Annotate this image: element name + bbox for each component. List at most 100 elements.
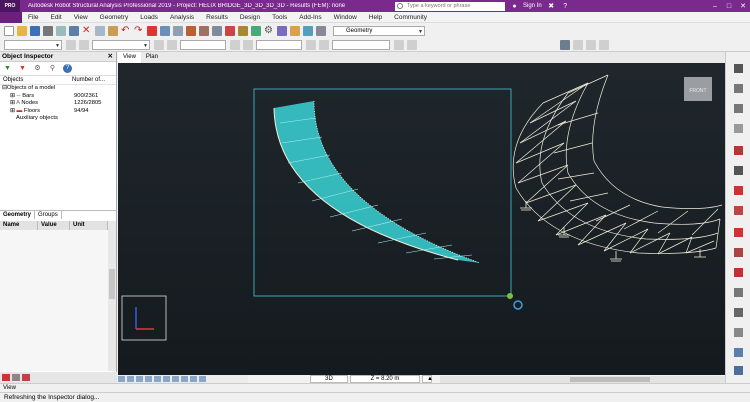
dimension-icon[interactable] (734, 348, 743, 357)
supports-icon[interactable] (199, 25, 209, 36)
tools-icon[interactable] (560, 39, 570, 50)
node-numbers-icon[interactable] (136, 376, 143, 382)
legend-icon[interactable] (181, 376, 188, 382)
filter-icon[interactable]: ▼ (18, 64, 27, 73)
rotate-icon[interactable] (734, 124, 743, 133)
tree-row[interactable]: ⊞ ▬ Floors 94/94 (0, 108, 116, 116)
menu-logo[interactable] (0, 11, 22, 23)
tab-geometry[interactable]: Geometry (0, 211, 36, 219)
horizontal-scrollbar[interactable] (440, 375, 725, 383)
sections-display-icon[interactable] (145, 376, 152, 382)
menu-file[interactable]: File (22, 14, 44, 21)
layers-icon[interactable] (316, 25, 326, 36)
expand-icon[interactable]: ⊞ (10, 100, 15, 106)
search-input[interactable]: Type a keyword or phrase (395, 1, 505, 11)
menu-help[interactable]: Help (363, 14, 388, 21)
settings-icon[interactable]: ⚙ (33, 64, 42, 73)
display-icon[interactable] (599, 39, 609, 50)
column-value[interactable]: Value (38, 221, 70, 230)
scrollbar-thumb[interactable] (109, 269, 115, 299)
scrollbar-thumb[interactable] (570, 376, 650, 382)
menu-view[interactable]: View (68, 14, 94, 21)
gear-icon[interactable]: ⚙ (264, 25, 274, 36)
pan-icon[interactable] (734, 64, 743, 73)
menu-community[interactable]: Community (388, 14, 433, 21)
close-icon[interactable]: ✕ (108, 52, 113, 62)
results-icon[interactable] (277, 25, 287, 36)
zoom-in-icon[interactable] (734, 84, 743, 93)
copy-icon[interactable] (95, 25, 105, 36)
section-icon[interactable] (734, 146, 743, 155)
menu-window[interactable]: Window (328, 14, 363, 21)
solid-icon[interactable] (407, 39, 417, 50)
materials-icon[interactable] (212, 25, 222, 36)
bar-icon[interactable] (243, 39, 253, 50)
table-icon[interactable] (160, 25, 170, 36)
z-level[interactable]: Z = 8.20 m (350, 375, 420, 383)
mesh-icon[interactable] (734, 288, 743, 297)
snap-icon[interactable] (586, 39, 596, 50)
open-folder-icon[interactable] (17, 25, 27, 36)
tab-groups[interactable]: Groups (35, 211, 62, 219)
tree-icon[interactable]: ▼ (3, 64, 12, 73)
truss-helix[interactable] (512, 74, 723, 255)
layout-select[interactable]: Geometry ▼ (333, 25, 425, 36)
maximize-button[interactable]: □ (722, 3, 736, 10)
case-select[interactable]: ▼ (4, 39, 62, 50)
menu-loads[interactable]: Loads (134, 14, 164, 21)
loads-display-icon[interactable] (163, 376, 170, 382)
calc-icon[interactable] (147, 25, 157, 36)
structure-viewport[interactable]: FRONT (118, 63, 725, 375)
delete-icon[interactable]: ✕ (82, 25, 92, 36)
tab-view[interactable]: View (118, 52, 141, 63)
analysis-icon[interactable] (251, 25, 261, 36)
undo-icon[interactable]: ↶ (121, 25, 131, 36)
selection-combo[interactable]: ▼ (92, 39, 150, 50)
panel-icon[interactable] (394, 39, 404, 50)
new-file-icon[interactable] (4, 25, 14, 36)
menu-design[interactable]: Design (234, 14, 266, 21)
structure-tab-icon[interactable] (2, 374, 10, 381)
help-icon[interactable]: ? (561, 2, 570, 11)
expand-icon[interactable]: ⊞ (10, 93, 15, 99)
select-icon[interactable] (154, 39, 164, 50)
exchange-icon[interactable]: ✖ (547, 2, 556, 11)
redo-icon[interactable]: ↷ (134, 25, 144, 36)
view-cube[interactable]: FRONT (684, 77, 712, 101)
panel-icon[interactable] (734, 308, 743, 317)
column-objects[interactable]: Objects (0, 76, 72, 84)
display-options-icon[interactable] (199, 376, 206, 382)
tree-row[interactable]: ⊟Objects of a model (0, 85, 116, 93)
menu-edit[interactable]: Edit (44, 14, 67, 21)
diagram-icon[interactable] (290, 25, 300, 36)
preview-icon[interactable] (56, 25, 66, 36)
members-icon[interactable] (173, 25, 183, 36)
column-unit[interactable]: Unit (70, 221, 108, 230)
tab-plan[interactable]: Plan (141, 52, 163, 63)
table-icon[interactable] (734, 366, 743, 375)
close-button[interactable]: ✕ (736, 2, 750, 10)
releases-icon[interactable] (734, 248, 743, 257)
cladding-icon[interactable] (734, 328, 743, 337)
help-icon[interactable]: ? (63, 64, 72, 73)
structure-icon[interactable] (319, 39, 329, 50)
view-tab-icon[interactable] (12, 374, 20, 381)
group-combo[interactable] (256, 39, 302, 50)
print-tab-icon[interactable] (22, 374, 30, 381)
menu-results[interactable]: Results (200, 14, 234, 21)
offset-icon[interactable] (734, 268, 743, 277)
loads-icon[interactable] (225, 25, 235, 36)
level-up-button[interactable]: ▲ (422, 375, 433, 383)
panel-combo[interactable] (332, 39, 390, 50)
menu-analysis[interactable]: Analysis (164, 14, 200, 21)
sign-in-link[interactable]: Sign In (523, 3, 542, 9)
panels-display-icon[interactable] (172, 376, 179, 382)
view-mode[interactable]: 3D (310, 375, 348, 383)
column-name[interactable]: Name (0, 221, 38, 230)
node-icon[interactable] (230, 39, 240, 50)
minimize-button[interactable]: – (708, 3, 722, 10)
beam-icon[interactable] (734, 166, 743, 175)
print-icon[interactable] (43, 25, 53, 36)
tree-row[interactable]: ⊞ A Nodes 1226/2805 (0, 100, 116, 108)
save-icon[interactable] (30, 25, 40, 36)
